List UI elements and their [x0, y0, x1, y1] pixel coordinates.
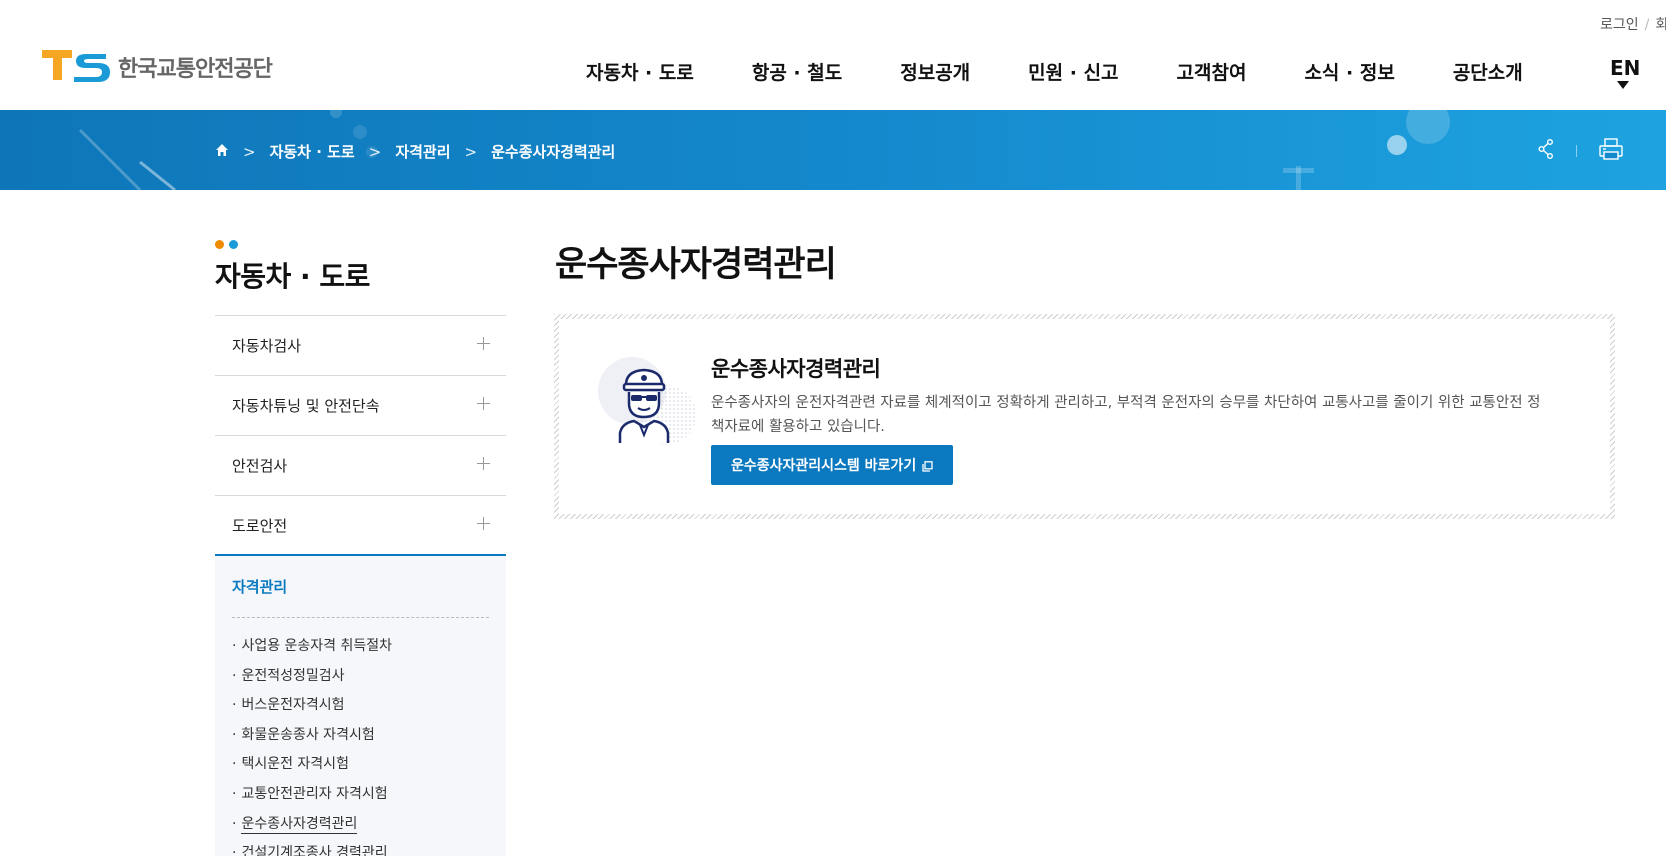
external-link-icon: [922, 460, 933, 472]
nav-item-car-road[interactable]: 자동차 · 도로: [586, 58, 694, 85]
nav-item-participation[interactable]: 고객참여: [1177, 58, 1247, 85]
login-link[interactable]: 로그인: [1600, 17, 1639, 33]
page-tools: [1538, 138, 1623, 164]
utility-links: 로그인 / 회: [1600, 14, 1666, 34]
button-label: 운수종사자관리시스템 바로가기: [731, 458, 917, 474]
plus-icon: [477, 457, 490, 470]
page-title: 운수종사자경력관리: [555, 245, 837, 285]
info-description: 운수종사자의 운전자격관련 자료를 체계적이고 정확하게 관리하고, 부적격 운…: [711, 395, 1541, 435]
sidebar-item-car-inspection[interactable]: 자동차검사: [215, 316, 506, 376]
breadcrumb-banner: > 자동차 · 도로 > 자격관리 > 운수종사자경력관리: [0, 110, 1666, 190]
sidebar-submenu: · 사업용 운송자격 취득절차 · 운전적성정밀검사 · 버스운전자격시험 · 화물운송…: [232, 632, 489, 856]
sidebar-title: 자동차 · 도로: [215, 260, 370, 293]
submenu-item[interactable]: · 사업용 운송자격 취득절차: [232, 632, 489, 662]
nav-item-about[interactable]: 공단소개: [1453, 58, 1523, 85]
submenu-item-current[interactable]: · 운수종사자경력관리: [232, 810, 489, 840]
sidebar-item-qualification: 자격관리 · 사업용 운송자격 취득절차 · 운전적성정밀검사 · 버스운전자격시험 …: [215, 556, 506, 856]
plus-icon: [477, 517, 490, 530]
sidebar-item-safety-inspection[interactable]: 안전검사: [215, 436, 506, 496]
sidebar-item-tuning[interactable]: 자동차튜닝 및 안전단속: [215, 376, 506, 436]
chevron-right-icon: >: [464, 142, 478, 161]
sidebar-item-label: 도로안전: [232, 516, 288, 535]
nav-item-info-disclosure[interactable]: 정보공개: [900, 58, 970, 85]
system-link-button[interactable]: 운수종사자관리시스템 바로가기: [711, 445, 954, 485]
plus-icon: [477, 337, 490, 350]
plus-icon: [477, 397, 490, 410]
tool-divider: [1576, 145, 1577, 157]
chevron-right-icon: >: [243, 142, 256, 161]
language-toggle[interactable]: EN: [1610, 56, 1640, 80]
nav-item-complaint[interactable]: 민원 · 신고: [1028, 58, 1118, 85]
main-nav: 자동차 · 도로 항공 · 철도 정보공개 민원 · 신고 고객참여 소식 · …: [586, 58, 1581, 85]
chevron-right-icon: >: [368, 142, 382, 161]
print-icon[interactable]: [1599, 138, 1623, 164]
sidebar-menu: 자동차검사 자동차튜닝 및 안전단속 안전검사 도로안전 자격관리 · 사업용 운…: [215, 315, 506, 856]
dot-blue: [229, 240, 238, 249]
sidebar: 자동차 · 도로 자동차검사 자동차튜닝 및 안전단속 안전검사 도로안전 자격…: [215, 240, 506, 856]
info-title: 운수종사자경력관리: [711, 357, 881, 381]
submenu-item[interactable]: · 택시운전 자격시험: [232, 750, 489, 780]
logo-name: 한국교통안전공단: [118, 57, 273, 82]
submenu-item[interactable]: · 화물운송종사 자격시험: [232, 721, 489, 751]
breadcrumb-item[interactable]: 자동차 · 도로: [270, 141, 355, 162]
breadcrumb-item[interactable]: 자격관리: [395, 141, 450, 162]
util-link-2[interactable]: 회: [1655, 17, 1666, 33]
util-separator: /: [1644, 17, 1650, 33]
ts-logo-mark: TS: [42, 50, 110, 84]
driver-icon: [596, 355, 700, 450]
site-logo[interactable]: TS 한국교통안전공단: [42, 50, 273, 84]
info-box-inner: 운수종사자경력관리 운수종사자의 운전자격관련 자료를 체계적이고 정확하게 관…: [559, 319, 1610, 514]
submenu-item[interactable]: · 운전적성정밀검사: [232, 662, 489, 692]
chevron-down-icon: [1617, 81, 1629, 89]
title-dots: [215, 240, 506, 249]
submenu-item[interactable]: · 버스운전자격시험: [232, 691, 489, 721]
sidebar-active-label[interactable]: 자격관리: [232, 576, 489, 618]
info-box: 운수종사자경력관리 운수종사자의 운전자격관련 자료를 체계적이고 정확하게 관…: [554, 314, 1615, 519]
sidebar-item-label: 자동차검사: [232, 337, 302, 355]
sidebar-item-label: 자동차튜닝 및 안전단속: [232, 397, 380, 415]
home-icon[interactable]: [215, 143, 229, 161]
sidebar-item-road-safety[interactable]: 도로안전: [215, 496, 506, 556]
sidebar-item-label: 안전검사: [232, 457, 288, 475]
dot-orange: [215, 240, 224, 249]
share-icon[interactable]: [1538, 139, 1554, 163]
breadcrumb: > 자동차 · 도로 > 자격관리 > 운수종사자경력관리: [215, 141, 615, 162]
nav-item-air-rail[interactable]: 항공 · 철도: [752, 58, 842, 85]
submenu-item[interactable]: · 건설기계조종사 경력관리: [232, 839, 489, 856]
breadcrumb-current[interactable]: 운수종사자경력관리: [491, 141, 615, 162]
nav-item-news[interactable]: 소식 · 정보: [1304, 58, 1394, 85]
submenu-item[interactable]: · 교통안전관리자 자격시험: [232, 780, 489, 810]
